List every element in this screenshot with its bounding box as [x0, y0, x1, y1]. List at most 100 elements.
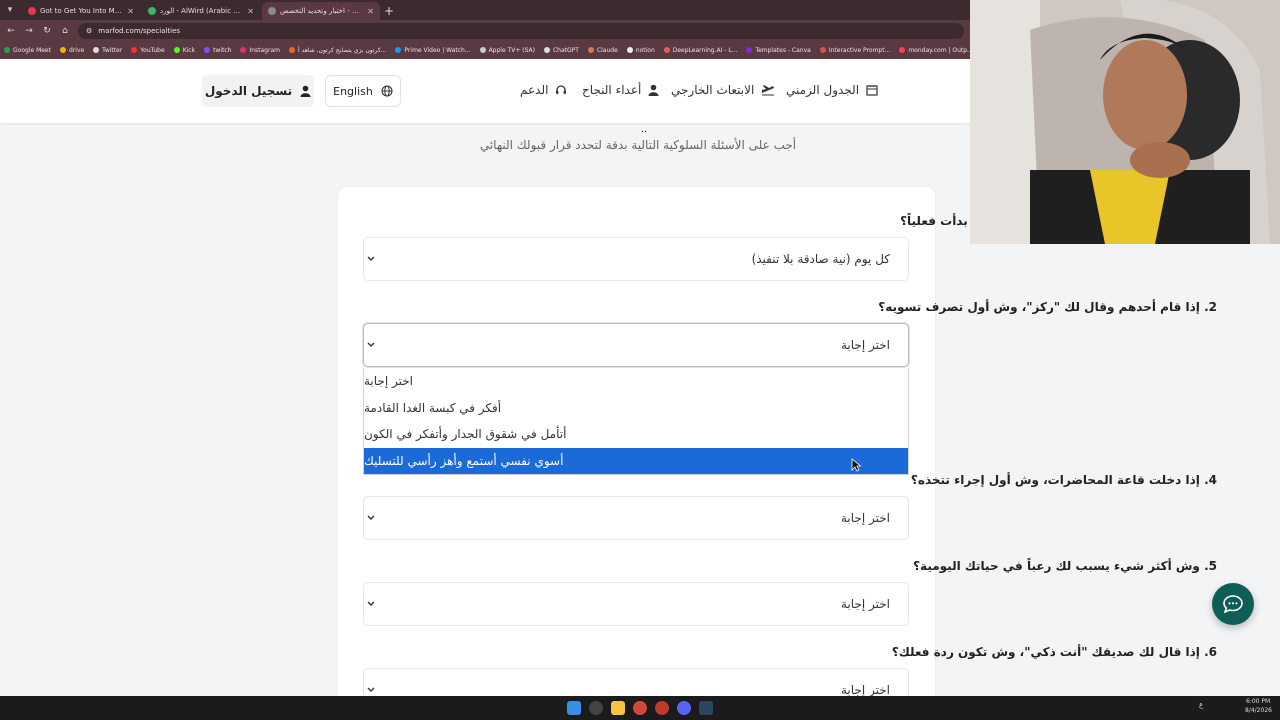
bookmark-item[interactable]: Kick [173, 47, 195, 54]
tab-favicon-icon [148, 7, 156, 15]
answer-select[interactable]: اختر إجابة [363, 582, 909, 626]
back-icon[interactable]: ← [6, 26, 16, 36]
chrome-icon[interactable] [633, 701, 647, 715]
select-value: اختر إجابة [841, 338, 890, 352]
chevron-down-icon [364, 597, 378, 611]
clock-date[interactable]: 8/4/2026 [1245, 707, 1272, 714]
browser-tab-strip: ▾ Got to Get You Into My Life ✕ الورد - … [0, 0, 970, 20]
answer-select[interactable]: كل يوم (نية صادقة بلا تنفيذ) [363, 237, 909, 281]
webcam-overlay [970, 0, 1280, 244]
tab-favicon-icon [268, 7, 276, 15]
bookmark-favicon-icon [204, 47, 211, 53]
tab-title: Got to Get You Into My Life [40, 7, 123, 15]
chrome-profile-icon[interactable] [655, 701, 669, 715]
bookmark-favicon-icon [899, 47, 906, 53]
bookmark-item[interactable]: Instagram [240, 47, 280, 54]
tab-close-icon[interactable]: ✕ [247, 7, 254, 16]
url-field[interactable]: ⚙ marfod.com/specialties [78, 22, 964, 39]
bookmark-favicon-icon [819, 47, 826, 53]
chevron-down-icon [364, 683, 378, 697]
bookmark-item[interactable]: YouTube [131, 47, 165, 54]
bookmark-label: Claude [596, 46, 618, 54]
bookmark-item[interactable]: notion [626, 46, 655, 54]
forward-icon[interactable]: → [24, 26, 34, 36]
reload-icon[interactable]: ↻ [42, 26, 52, 36]
webcam-image [970, 0, 1280, 244]
bookmark-item[interactable]: monday.com | Outp... [899, 47, 970, 54]
browser-tab-active[interactable]: مرفوض - اختبار وتحديد التخصص ✕ [262, 2, 380, 20]
clock-time[interactable]: 6:00 PM [1246, 698, 1270, 705]
tab-favicon-icon [28, 7, 36, 15]
bookmark-label: Google Meet [13, 46, 51, 54]
bookmark-favicon-icon [173, 47, 180, 53]
nav-label: الابتعاث الخارجي [671, 83, 755, 97]
bookmark-favicon-icon [4, 47, 10, 53]
bookmark-item[interactable]: Interactive Prompt... [819, 46, 891, 54]
bookmark-item[interactable]: Google Meet [4, 47, 51, 54]
bookmark-item[interactable]: DeepLearning.AI - L... [663, 46, 738, 54]
select-value: اختر إجابة [841, 683, 890, 697]
bookmark-favicon-icon [240, 47, 247, 53]
bookmark-item[interactable]: ChatGPT [543, 47, 579, 54]
nav-enemies[interactable]: أعداء النجاح [582, 83, 659, 97]
dropdown-option[interactable]: أفكر في كبسة الغدا القادمة [364, 395, 908, 422]
headset-icon [556, 85, 567, 94]
bookmark-item[interactable]: كرتون بزي يتصايح كرتون, شاهد أ... [288, 46, 387, 54]
browser-tab[interactable]: Got to Get You Into My Life ✕ [22, 2, 140, 20]
plane-icon [762, 85, 775, 96]
site-info-icon[interactable]: ⚙ [86, 27, 92, 35]
bookmark-label: DeepLearning.AI - L... [672, 46, 738, 54]
bookmark-item[interactable]: Prime Video | Watch... [395, 47, 471, 54]
steam-icon[interactable] [699, 701, 713, 715]
bookmarks-bar: Google Meet drive Twitter YouTube Kick twitch… [0, 41, 970, 59]
dropdown-list: اختر إجابة أفكر في كبسة الغدا القادمة أت… [363, 368, 909, 475]
bookmark-item[interactable]: Claude [587, 46, 618, 54]
nav-timeline[interactable]: الجدول الزمني [786, 83, 878, 97]
bookmark-label: Apple TV+ (SA) [488, 46, 535, 54]
bookmark-item[interactable]: Templates - Canva [746, 47, 811, 54]
user-icon [300, 85, 311, 97]
dropdown-option-highlighted[interactable]: أسوي نفسي أستمع وأهز رأسي للتسليك [364, 447, 908, 474]
bookmark-label: twitch [213, 46, 232, 54]
tab-search-icon[interactable]: ▾ [0, 0, 20, 20]
search-icon[interactable] [589, 701, 603, 715]
nav-label: الجدول الزمني [786, 83, 860, 97]
globe-icon [381, 85, 393, 97]
select-value: اختر إجابة [841, 597, 890, 611]
answer-select[interactable]: اختر إجابة [363, 496, 909, 540]
dropdown-option[interactable]: اختر إجابة [364, 368, 908, 395]
mouse-cursor-icon [851, 458, 861, 472]
dropdown-option[interactable]: أتأمل في شقوق الجدار وأتفكر في الكون [364, 421, 908, 448]
bookmark-item[interactable]: twitch [204, 47, 231, 54]
tab-close-icon[interactable]: ✕ [127, 7, 134, 16]
question-label: 4. إذا دخلت قاعة المحاضرات، وش أول إجراء… [910, 473, 1217, 487]
home-icon[interactable]: ⌂ [60, 26, 70, 36]
bookmark-item[interactable]: Twitter [93, 47, 122, 54]
bookmark-label: Interactive Prompt... [828, 46, 891, 54]
chevron-down-icon [364, 252, 378, 266]
bookmark-label: drive [68, 46, 85, 54]
bookmark-favicon-icon [59, 47, 66, 53]
new-tab-button[interactable]: + [380, 2, 398, 20]
bookmark-favicon-icon [93, 47, 100, 53]
tab-title: مرفوض - اختبار وتحديد التخصص [280, 7, 364, 15]
file-explorer-icon[interactable] [611, 701, 625, 715]
bookmark-item[interactable]: drive [59, 46, 85, 54]
language-button[interactable]: English [325, 75, 401, 107]
address-toolbar: ← → ↻ ⌂ ⚙ marfod.com/specialties [0, 20, 970, 41]
login-button[interactable]: تسجيل الدخول [202, 75, 314, 107]
nav-support[interactable]: الدعم [520, 83, 567, 97]
bookmark-label: notion [635, 46, 655, 54]
answer-select-open[interactable]: اختر إجابة [363, 323, 909, 367]
tab-close-icon[interactable]: ✕ [367, 7, 374, 16]
start-menu-icon[interactable] [567, 701, 581, 715]
bookmark-item[interactable]: Apple TV+ (SA) [479, 46, 535, 54]
bookmark-favicon-icon [543, 47, 550, 53]
nav-scholarship[interactable]: الابتعاث الخارجي [671, 83, 775, 97]
input-language[interactable]: ع [1199, 701, 1203, 709]
select-value: اختر إجابة [841, 511, 890, 525]
discord-icon[interactable] [677, 701, 691, 715]
browser-tab[interactable]: الورد - AlWird (Arabic Wordle) ✕ [142, 2, 260, 20]
bookmark-label: كرتون بزي يتصايح كرتون, شاهد أ... [297, 46, 387, 54]
chat-button[interactable] [1212, 583, 1254, 625]
